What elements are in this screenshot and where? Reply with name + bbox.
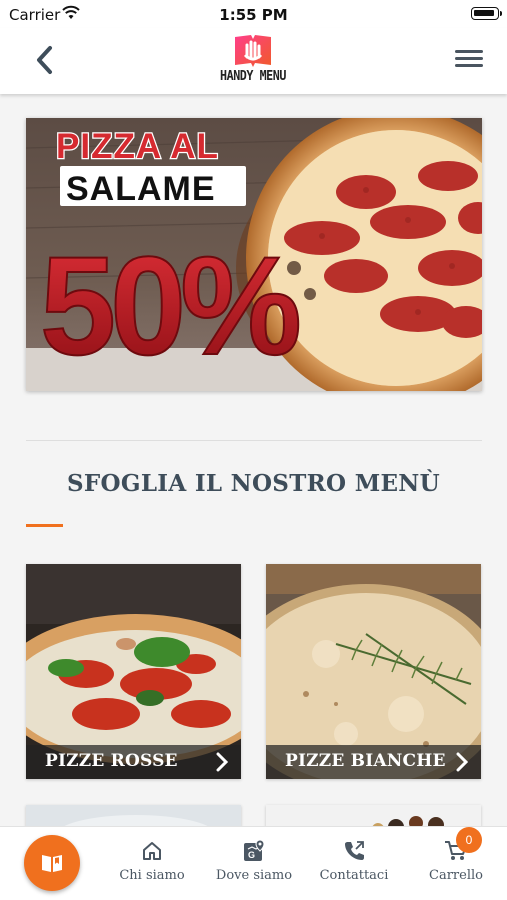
svg-text:G: G [248, 850, 255, 860]
back-button[interactable] [26, 40, 62, 80]
tab-label: Dove siamo [215, 868, 293, 883]
chevron-right-icon [456, 752, 469, 772]
cart-count-badge: 0 [456, 827, 482, 853]
hamburger-menu-button[interactable] [453, 46, 485, 72]
title-accent-line [26, 524, 63, 527]
app-header: HANDY MENU [0, 28, 507, 94]
status-bar: Carrier 1:55 PM [0, 0, 507, 28]
category-card-pizze-rosse[interactable]: PIZZE ROSSE [26, 564, 241, 779]
category-card-pizze-bianche[interactable]: PIZZE BIANCHE [266, 564, 481, 779]
battery-icon [471, 7, 502, 20]
category-label-bar: PIZZE ROSSE [26, 745, 241, 779]
tab-contattaci[interactable]: Contattaci [306, 838, 402, 890]
chevron-right-icon [216, 752, 229, 772]
menu-book-icon [42, 855, 62, 872]
map-pin-icon: G [244, 839, 265, 861]
clock: 1:55 PM [219, 6, 288, 24]
promo-line1: PIZZA AL [56, 127, 219, 166]
home-icon [143, 842, 161, 860]
promo-banner[interactable]: PIZZA AL SALAME 50% [26, 118, 482, 391]
tab-carrello[interactable]: Carrello [408, 838, 504, 890]
tab-chi-siamo[interactable]: Chi siamo [104, 838, 200, 890]
promo-discount: 50% [40, 227, 298, 384]
promo-line2: SALAME [66, 170, 216, 208]
category-label: PIZZE BIANCHE [285, 751, 446, 771]
section-title: SFOGLIA IL NOSTRO MENÙ [67, 470, 440, 497]
hamburger-icon [453, 50, 485, 67]
phone-icon [345, 841, 364, 860]
tab-dove-siamo[interactable]: G Dove siamo [206, 838, 302, 890]
category-label-bar: PIZZE BIANCHE [266, 745, 481, 779]
app-logo: HANDY MENU [213, 31, 293, 91]
menu-fab-button[interactable] [24, 835, 80, 891]
tab-label: Chi siamo [119, 868, 185, 883]
tab-label: Contattaci [319, 868, 389, 883]
chevron-left-icon [37, 46, 52, 74]
tab-label: Carrello [429, 868, 483, 883]
section-divider [26, 440, 482, 441]
hand-menu-logo-icon [235, 35, 271, 67]
logo-text: HANDY MENU [220, 69, 286, 84]
category-label: PIZZE ROSSE [45, 751, 178, 771]
promo-image: PIZZA AL SALAME 50% [26, 118, 482, 391]
